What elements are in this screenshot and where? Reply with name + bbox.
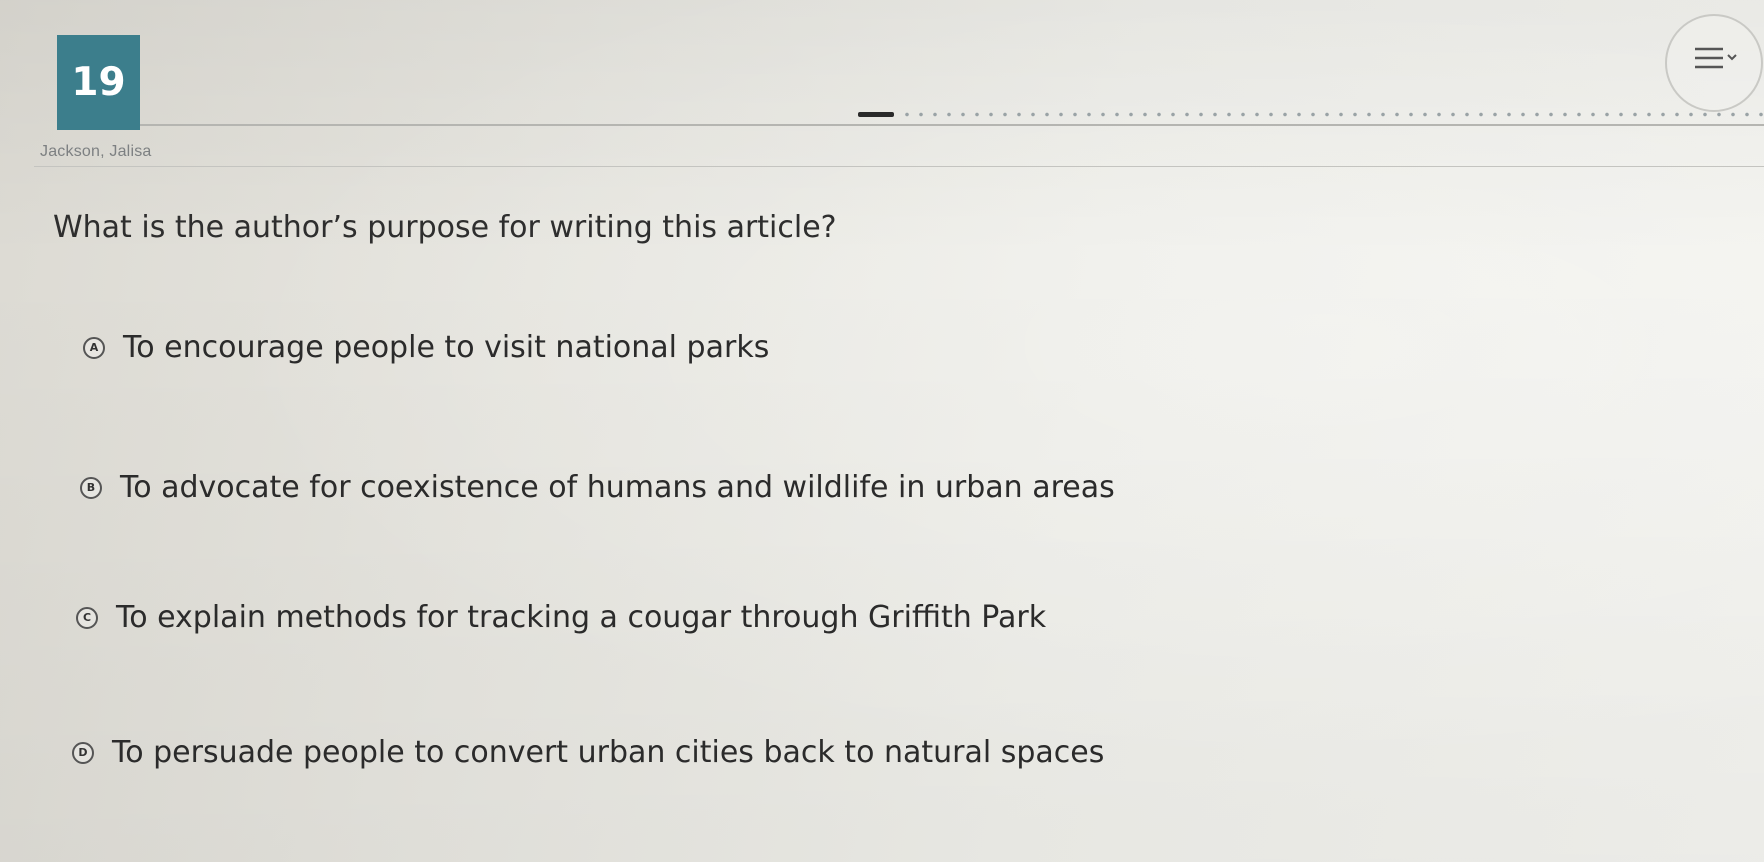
menu-button[interactable] <box>1665 14 1763 112</box>
answer-choice-d[interactable]: D To persuade people to convert urban ci… <box>72 735 1104 770</box>
choice-a-text: To encourage people to visit national pa… <box>123 330 770 365</box>
student-name: Jackson, Jalisa <box>40 143 152 160</box>
question-prompt: What is the author’s purpose for writing… <box>53 210 837 245</box>
question-progress-bar[interactable] <box>858 110 1764 118</box>
choice-a-bubble[interactable]: A <box>83 336 105 359</box>
answer-choice-b[interactable]: B To advocate for coexistence of humans … <box>80 470 1115 505</box>
menu-icon <box>1695 47 1737 69</box>
header-divider <box>140 124 1764 126</box>
question-number-badge: 19 <box>57 35 140 130</box>
answer-choice-c[interactable]: C To explain methods for tracking a coug… <box>76 600 1046 635</box>
choice-d-text: To persuade people to convert urban citi… <box>112 735 1105 770</box>
choice-c-bubble[interactable]: C <box>76 606 98 629</box>
screen-glare <box>0 0 1764 862</box>
choice-b-text: To advocate for coexistence of humans an… <box>120 470 1115 505</box>
answer-choice-a[interactable]: A To encourage people to visit national … <box>83 330 769 365</box>
question-number: 19 <box>71 60 126 105</box>
name-divider <box>34 166 1764 167</box>
progress-current-segment <box>858 111 895 117</box>
choice-b-bubble[interactable]: B <box>80 476 102 499</box>
progress-remaining-dots <box>900 111 1764 117</box>
choice-d-bubble[interactable]: D <box>72 741 94 764</box>
choice-c-text: To explain methods for tracking a cougar… <box>116 600 1047 635</box>
